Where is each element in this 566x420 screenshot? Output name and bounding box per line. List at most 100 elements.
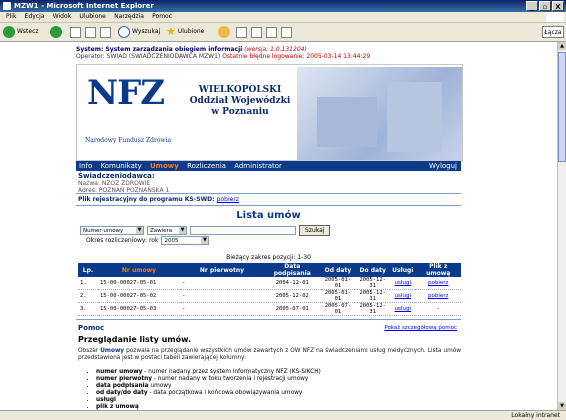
col-nr-umowy[interactable]: Nr umowy [98,263,180,277]
list-heading: Lista umów [236,210,301,221]
close-button[interactable]: X [552,1,564,11]
help-text-rest: pozwala na przeglądanie wszystkich umów … [78,348,461,361]
nav-info[interactable]: Info [79,162,92,170]
year-select[interactable]: 2005 ▼ [161,236,210,245]
cell-od-daty: 2005-07-01 [320,302,356,316]
system-title: System: System zarządzania obiegiem info… [76,46,243,53]
minimize-button[interactable]: _ [526,1,538,11]
list-item: numer umowy - numer nadany przez system … [96,369,456,376]
col-nr-pierwotny[interactable]: Nr pierwotny [180,263,264,277]
field-desc: - numer nadany w toku tworzenia i rejest… [153,376,309,382]
building-photo [297,67,462,160]
contracts-table: Lp. Nr umowy Nr pierwotny Data podpisani… [78,263,461,316]
search-field-select[interactable]: Numer umowy ▼ [80,225,144,235]
cell-nr-umowy: 15-00-00027-05-03 [98,302,180,316]
window-titlebar: MZW1 - Microsoft Internet Explorer _ ▫ X [0,0,566,12]
forward-arrow-icon [50,26,62,38]
cell-data-podpisania: 2005-07-01 [264,302,321,316]
mail-icon[interactable] [251,26,262,38]
col-data-podpisania[interactable]: Data podpisania [264,263,321,277]
ksswd-download-link[interactable]: pobierz [217,196,239,203]
scroll-down-icon[interactable]: ▼ [558,402,566,410]
nav-umowy[interactable]: Umowy [150,162,179,170]
nav-administrator[interactable]: Administrator [234,162,282,170]
col-do-daty[interactable]: Do daty [355,263,391,277]
menu-help[interactable]: Pomoc [152,12,172,22]
help-text-prefix: Obszar [78,348,99,354]
range-info: Bieżący zakres pozycji: 1-30 [226,254,311,261]
toolbar: Wstecz Wyszukaj ★ Ulubione Łącza [0,23,566,42]
col-uslugi[interactable]: Usługi [390,263,416,277]
menu-tools[interactable]: Narzędzia [114,12,144,22]
cell-nr-umowy: 15-00-00027-05-02 [98,289,180,303]
menu-favorites[interactable]: Ulubione [79,12,106,22]
nav-komunikaty[interactable]: Komunikaty [100,162,141,170]
field-name: od daty/do daty [96,390,148,396]
search-operator-select[interactable]: Zawiera ▼ [147,225,187,235]
ksswd-row: Plik rejestracyjny do programu KS-SWD: p… [78,196,239,203]
cell-do-daty: 2005-12-31 [355,277,391,290]
main-nav: Info Komunikaty Umowy Rozliczenia Admini… [76,161,461,171]
region-line-3: w Poznaniu [211,107,269,117]
window-title: MZW1 - Microsoft Internet Explorer [14,2,154,10]
print-icon[interactable] [266,26,277,38]
search-button[interactable]: Szukaj [299,224,331,236]
header-banner: NFZ Narodowy Fundusz Zdrowia WIELKOPOLSK… [76,64,463,161]
edit-icon[interactable] [281,26,292,38]
forward-button[interactable] [50,25,64,39]
download-contract-link[interactable]: pobierz [428,280,448,286]
region-line-1: WIELKOPOLSKI [198,85,282,95]
search-button[interactable]: Wyszukaj [118,25,160,39]
chevron-down-icon: ▼ [136,226,143,234]
media-icon[interactable] [218,26,230,38]
logout-link[interactable]: Wyloguj [429,161,457,171]
full-help-link[interactable]: Pokaż szczegółową pomoc [384,325,457,331]
divider [76,193,461,194]
scroll-thumb[interactable] [558,52,566,162]
menubar: Plik Edycja Widok Ulubione Narzędzia Pom… [0,12,566,23]
cell-plik: - [415,302,461,316]
menu-file[interactable]: Plik [6,12,16,22]
cell-do-daty: 2005-12-31 [355,302,391,316]
list-item: numer pierwotny - numer nadany w toku tw… [96,376,456,383]
stop-icon[interactable] [70,26,81,38]
history-icon[interactable] [236,26,247,38]
back-button[interactable]: Wstecz [3,25,39,39]
table-row: 2. 15-00-00027-05-02 - 2005-12-02 2005-0… [78,289,461,303]
region-title: WIELKOPOLSKI Oddział Wojewódzki w Poznan… [185,85,295,118]
field-name: numer umowy [96,369,143,375]
help-title: Pomoc [78,324,105,332]
nav-rozliczenia[interactable]: Rozliczenia [187,162,226,170]
field-name: usługi [96,397,116,403]
col-lp[interactable]: Lp. [78,263,98,277]
menu-view[interactable]: Widok [53,12,71,22]
home-icon[interactable] [100,26,111,38]
provider-name: Nazwa: NZOZ ZDROWIE [78,180,151,187]
scroll-up-icon[interactable]: ▲ [558,42,566,50]
region-line-2: Oddział Wojewódzki [189,96,291,106]
vertical-scrollbar[interactable]: ▲ ▼ [557,42,566,410]
divider [76,319,461,320]
favorites-button[interactable]: ★ Ulubione [166,25,204,39]
links-button[interactable]: Łącza [542,26,564,38]
system-info: System: System zarządzania obiegiem info… [76,46,370,60]
field-name: data podpisania [96,383,149,389]
favorites-label: Ulubione [177,28,205,35]
cell-data-podpisania: 2004-12-01 [264,277,321,290]
refresh-icon[interactable] [85,26,96,38]
uslugi-link[interactable]: usługi [395,306,411,312]
search-field-value: Numer umowy [83,227,124,234]
maximize-button[interactable]: ▫ [539,1,551,11]
search-input[interactable] [190,225,296,235]
download-contract-link[interactable]: pobierz [428,293,448,299]
year-value: 2005 [164,238,179,244]
uslugi-link[interactable]: usługi [395,280,411,286]
chevron-down-icon: ▼ [179,226,186,234]
menu-edit[interactable]: Edycja [25,12,45,22]
col-od-daty[interactable]: Od daty [320,263,356,277]
col-plik[interactable]: Plik z umową [415,263,461,277]
period-row: Okres rozliczeniowy: rok 2005 ▼ [86,236,210,245]
divider [76,205,461,206]
uslugi-link[interactable]: usługi [395,293,411,299]
help-subtitle: Przeglądanie listy umów. [78,335,192,344]
